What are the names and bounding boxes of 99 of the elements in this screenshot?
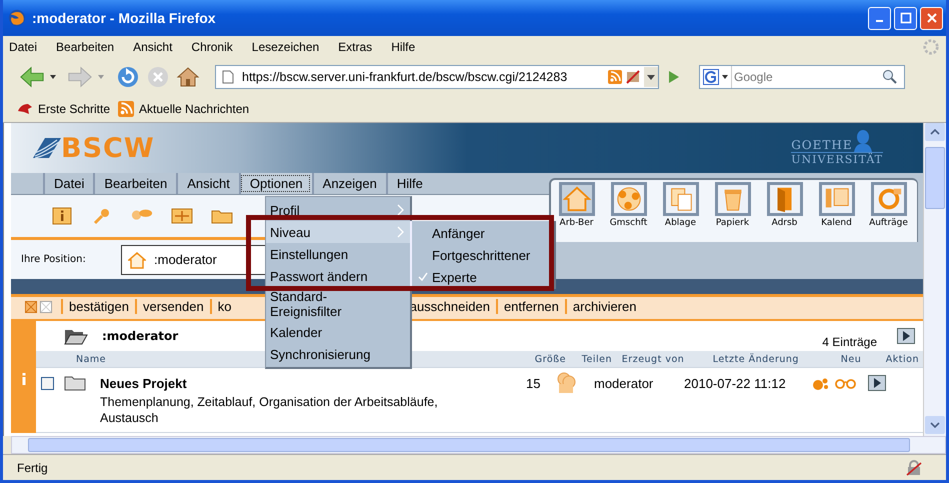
page-icon <box>222 70 234 84</box>
menu-item[interactable]: Hilfe <box>391 40 416 54</box>
play-button[interactable] <box>868 375 886 391</box>
shortcut-button[interactable] <box>818 182 854 216</box>
scrollbar-thumb[interactable] <box>28 438 910 452</box>
column-header[interactable]: Letzte Änderung <box>712 354 841 364</box>
bookmark-link[interactable]: Erste Schritte <box>38 102 110 116</box>
shortcut-button[interactable] <box>610 182 646 216</box>
window-title: :moderator - Mozilla Firefox <box>32 10 217 26</box>
row-checkbox[interactable] <box>41 376 54 390</box>
menu-item[interactable]: Synchronisierung <box>266 343 410 365</box>
bust-icon <box>852 128 873 152</box>
menu-item[interactable]: Ansicht <box>133 40 172 54</box>
minimize-icon <box>876 20 883 22</box>
table-cell-text: moderator <box>594 376 654 390</box>
action-link[interactable]: archivieren <box>564 299 642 314</box>
maximize-button[interactable] <box>894 6 917 30</box>
column-header[interactable]: Erzeugt von <box>622 354 713 364</box>
close-button[interactable] <box>920 6 943 30</box>
address-field[interactable]: https://bscw.server.uni-frankfurt.de/bscw/bscw.cgi/2124283 <box>215 65 659 89</box>
shortcut-button[interactable] <box>558 182 594 216</box>
item-name[interactable]: Neues Projekt <box>100 376 526 390</box>
minimize-button[interactable] <box>868 6 891 30</box>
maximize-icon <box>900 12 912 24</box>
menu-tab[interactable]: Bearbeiten <box>93 173 176 194</box>
scroll-up-icon[interactable] <box>930 129 940 135</box>
position-label: Ihre Position: <box>21 254 87 265</box>
shortcut-label: Ablage <box>664 218 696 228</box>
lock-icon <box>906 460 922 476</box>
people-icon <box>556 372 576 394</box>
info-icon[interactable] <box>51 207 73 225</box>
logo-stripes-icon <box>31 136 61 160</box>
column-header[interactable]: Größe <box>534 354 582 364</box>
horizontal-scrollbar[interactable] <box>11 436 946 454</box>
table-cell-text: 15 <box>526 376 542 390</box>
menu-item[interactable]: Extras <box>338 40 372 54</box>
search-engine-icon[interactable] <box>703 69 719 85</box>
table-cell-text: 2010-07-22 11:12 <box>684 376 787 390</box>
column-header[interactable]: Name <box>36 354 106 364</box>
scroll-down-icon[interactable] <box>930 422 940 428</box>
back-icon[interactable] <box>19 65 45 89</box>
home-icon[interactable] <box>175 65 201 89</box>
home-icon[interactable] <box>128 250 146 268</box>
no-script-icon[interactable] <box>626 70 640 84</box>
menu-item[interactable]: Bearbeiten <box>56 40 114 54</box>
entry-count: 4 Einträge <box>822 335 877 349</box>
column-header[interactable]: Teilen <box>582 354 622 364</box>
university-name: GOETHE <box>791 138 853 152</box>
forward-icon[interactable] <box>67 65 93 89</box>
search-icon[interactable] <box>882 69 898 85</box>
menu-item[interactable]: Datei <box>9 40 38 54</box>
new-event-icon <box>812 376 830 390</box>
status-text: Fertig <box>17 460 49 474</box>
deselect-all-icon[interactable] <box>40 300 52 312</box>
search-bar[interactable]: Google <box>699 65 905 89</box>
play-button[interactable] <box>897 328 915 344</box>
open-folder-icon <box>64 327 88 345</box>
house-icon <box>562 185 590 213</box>
menu-item[interactable]: Einstellungen <box>266 243 410 265</box>
menu-item[interactable]: Chronik <box>191 40 233 54</box>
scrollbar-thumb[interactable] <box>925 147 945 209</box>
dropdown-icon[interactable] <box>721 73 729 81</box>
menu-tab[interactable]: Datei <box>43 173 94 194</box>
shortcut-button[interactable] <box>662 182 698 216</box>
folder-icon <box>64 375 86 391</box>
menu-item[interactable]: Kalender <box>266 321 410 343</box>
dropdown-icon[interactable] <box>49 73 57 81</box>
column-header[interactable]: Aktion <box>886 354 919 364</box>
university-name: UNIVERSITÄT <box>791 152 883 166</box>
action-link[interactable]: versenden <box>135 299 210 314</box>
vertical-scrollbar[interactable] <box>923 123 946 436</box>
shortcut-button[interactable] <box>870 182 906 216</box>
menu-item[interactable]: Lesezeichen <box>252 40 320 54</box>
item-description: Themenplanung, Zeitablauf, Organisation der Arbeitsabläufe, Austausch <box>99 394 439 426</box>
menu-tab[interactable]: Optionen <box>238 173 312 194</box>
column-header[interactable]: Neu <box>840 354 886 364</box>
rss-icon <box>118 101 134 117</box>
bookmark-link[interactable]: Aktuelle Nachrichten <box>139 102 250 116</box>
shortcut-button[interactable] <box>714 182 750 216</box>
rss-icon[interactable] <box>608 70 622 84</box>
glasses-icon <box>834 377 858 389</box>
shortcut-label: Aufträge <box>869 218 908 228</box>
menu-item[interactable]: Niveau <box>266 221 410 243</box>
select-all-icon[interactable] <box>25 300 37 312</box>
shortcut-label: Adrsb <box>772 218 798 228</box>
reload-icon[interactable] <box>115 65 141 89</box>
globe-people-icon <box>614 185 642 213</box>
close-icon <box>926 12 938 24</box>
action-link[interactable]: entfernen <box>496 299 565 314</box>
shortcut-button[interactable] <box>766 182 802 216</box>
folder-name: :moderator <box>102 329 178 343</box>
action-link[interactable]: bestätigen <box>61 299 135 314</box>
shortcut-label: Kalend <box>821 218 852 228</box>
logo-text: BSCW <box>61 132 155 164</box>
throbber-icon <box>922 38 940 56</box>
shortcut-label: Gmschft <box>610 218 648 228</box>
dropdown-icon[interactable] <box>644 66 658 88</box>
shortcut-label: Arb-Ber <box>560 218 594 228</box>
shortcut-label: Papierk <box>716 218 750 228</box>
